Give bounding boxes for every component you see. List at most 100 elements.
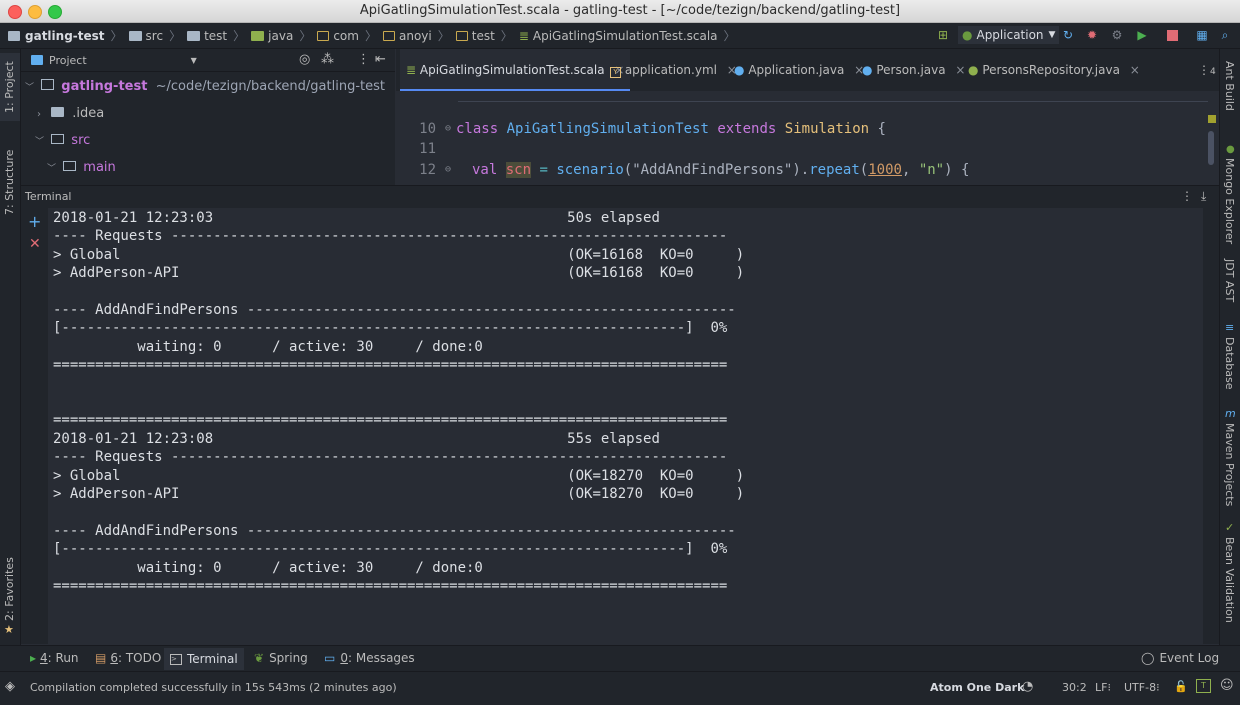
folder-icon (128, 30, 142, 41)
tool-mongo-explorer[interactable]: Mongo Explorer ● (1220, 144, 1240, 244)
tree-root[interactable]: ﹀ gatling-test ~/code/tezign/backend/gat… (25, 77, 385, 97)
code-line-12: val scn = scenario("AddAndFindPersons").… (472, 162, 970, 178)
tool-windows-icon[interactable]: ◈ (5, 679, 15, 694)
debug-icon[interactable]: ✹ (1083, 26, 1101, 44)
tool-ant-build[interactable]: Ant Build (1220, 57, 1240, 127)
code-line-10: class ApiGatlingSimulationTest extends S… (456, 121, 886, 137)
tool-structure[interactable]: 7: Structure (0, 139, 20, 219)
tool-favorites[interactable]: 2: Favorites ★ (0, 557, 20, 639)
fold-icon[interactable]: ⊖ (445, 123, 451, 134)
chevron-down-icon[interactable]: ▼ (191, 56, 197, 65)
divider (458, 101, 1208, 102)
status-bar: ◈ Compilation completed successfully in … (0, 671, 1240, 705)
breadcrumb-anoyi[interactable]: anoyi 〉 (382, 27, 450, 44)
tool-spring[interactable]: ❦ Spring (254, 651, 308, 665)
todo-icon: ▤ (95, 651, 107, 665)
window-title: ApiGatlingSimulationTest.scala - gatling… (359, 3, 901, 18)
more-options-icon[interactable]: ⋮ (1181, 189, 1193, 203)
close-session-icon[interactable]: ✕ (29, 236, 41, 252)
tree-item-src[interactable]: ﹀ src (35, 131, 90, 151)
terminal-line: waiting: 0 / active: 30 / done:0 (53, 338, 483, 355)
terminal-output[interactable]: 2018-01-21 12:23:03 50s elapsed ---- Requ… (48, 208, 1203, 644)
leaf-icon: ● (1226, 144, 1235, 155)
folder-icon (51, 107, 65, 117)
close-icon[interactable]: × (1130, 63, 1140, 77)
line-number: 10 (419, 121, 436, 137)
terminal-scrollbar[interactable] (1203, 208, 1219, 644)
project-view-icon (31, 55, 43, 65)
tree-item-idea[interactable]: › .idea (37, 104, 104, 124)
breadcrumb-src[interactable]: src 〉 (128, 27, 181, 44)
tabs-overflow[interactable]: ⋮4 (1192, 49, 1222, 91)
search-icon[interactable]: ⌕ (1216, 26, 1234, 44)
tool-event-log[interactable]: ◯ Event Log (1141, 651, 1219, 665)
line-separator[interactable]: LF⁝ (1095, 681, 1111, 694)
gauge-icon[interactable]: ◔ (1022, 679, 1033, 694)
terminal-line: > Global (OK=16168 KO=0 ) (53, 246, 745, 263)
terminal-line: waiting: 0 / active: 30 / done:0 (53, 559, 483, 576)
terminal-sidebar: + ✕ (21, 208, 48, 644)
tool-todo[interactable]: ▤ 6: TODO (95, 651, 161, 665)
class-icon: ● (734, 63, 745, 77)
line-number: 11 (419, 141, 436, 157)
tool-terminal[interactable]: > Terminal (164, 648, 244, 670)
breadcrumb-test[interactable]: test 〉 (187, 27, 245, 44)
caret-position[interactable]: 30:2 (1062, 681, 1087, 694)
chevron-down-icon: ﹀ (35, 137, 45, 147)
scrollbar-thumb[interactable] (1208, 131, 1214, 165)
scroll-from-source-icon[interactable]: ◎ (299, 52, 310, 67)
tool-jdt-ast[interactable]: JDT AST (1220, 257, 1240, 307)
file-encoding[interactable]: UTF-8⁝ (1124, 681, 1160, 694)
run-config-selector[interactable]: ● Application ▼ (958, 26, 1060, 44)
source-folder-icon (251, 30, 265, 41)
inspector-icon[interactable]: ☺ (1220, 678, 1234, 693)
coverage-icon[interactable]: ⚙ (1108, 26, 1126, 44)
tab-application-java[interactable]: ● Application.java × (728, 49, 870, 91)
spring-icon: ❦ (254, 651, 265, 665)
project-view-selector[interactable]: Project (49, 54, 87, 67)
folder-icon (51, 134, 65, 144)
chevron-down-icon: ▼ (1048, 30, 1056, 40)
tab-person-java[interactable]: ● Person.java × (856, 49, 971, 91)
tool-bean-validation[interactable]: Bean Validation ✓ (1220, 521, 1240, 623)
hide-panel-icon[interactable]: ⇤ (375, 52, 386, 67)
project-structure-icon[interactable]: ⊞ (934, 26, 952, 44)
breadcrumb-com[interactable]: com 〉 (317, 27, 377, 44)
terminal-status-icon[interactable]: T (1196, 679, 1211, 693)
tree-item-main[interactable]: ﹀ main (47, 158, 116, 178)
tool-maven-projects[interactable]: Maven Projects m (1220, 407, 1240, 506)
status-message[interactable]: Compilation completed successfully in 15… (30, 681, 397, 694)
tab-personsrepository-java[interactable]: ● PersonsRepository.java × (962, 49, 1146, 91)
hide-panel-icon[interactable]: ⤓ (1201, 189, 1206, 204)
more-options-icon[interactable]: ⋮ (357, 52, 370, 67)
code-editor[interactable]: 10 11 12 ⊖ ⊖ class ApiGatlingSimulationT… (396, 91, 1219, 185)
tab-apigatlingsimulationtest[interactable]: ≣ ApiGatlingSimulationTest.scala × (400, 49, 631, 91)
layout-icon[interactable]: ▦ (1193, 26, 1211, 44)
spring-boot-icon: ● (962, 28, 973, 42)
terminal-line: > AddPerson-API (OK=18270 KO=0 ) (53, 486, 745, 502)
theme-name[interactable]: Atom One Dark (930, 681, 1024, 694)
stop-icon[interactable] (1163, 26, 1181, 44)
lock-icon[interactable]: 🔓 (1174, 680, 1188, 693)
left-tool-stripe: 1: Project 7: Structure 2: Favorites ★ (0, 49, 21, 645)
terminal-line: ========================================… (53, 412, 728, 429)
breadcrumb-test-package[interactable]: test 〉 (455, 27, 513, 44)
breadcrumb-java[interactable]: java 〉 (251, 27, 311, 44)
run-icon[interactable]: ▶ (1133, 26, 1151, 44)
bottom-tool-bar: ▸ 4: Run ▤ 6: TODO > Terminal ❦ Spring ▭ 0: M… (0, 645, 1240, 672)
event-log-icon: ◯ (1141, 651, 1155, 665)
tab-application-yml[interactable]: Y application.yml × (604, 49, 743, 91)
fold-icon[interactable]: ⊖ (445, 164, 451, 175)
tool-run[interactable]: ▸ 4: Run (30, 651, 79, 665)
tool-project[interactable]: 1: Project (0, 53, 20, 121)
add-session-icon[interactable]: + (28, 212, 41, 231)
breadcrumb-project[interactable]: gatling-test 〉 (8, 27, 123, 44)
tool-messages[interactable]: ▭ 0: Messages (324, 651, 415, 665)
rerun-icon[interactable]: ↻ (1059, 26, 1077, 44)
breadcrumb-file[interactable]: ≣ ApiGatlingSimulationTest.scala 〉 (519, 27, 736, 44)
collapse-all-icon[interactable]: ⁂ (321, 52, 334, 67)
warning-marker[interactable] (1208, 115, 1216, 123)
tool-database[interactable]: Database ≡ (1220, 321, 1240, 391)
folder-icon (63, 161, 77, 171)
chevron-down-icon: ﹀ (47, 164, 57, 174)
